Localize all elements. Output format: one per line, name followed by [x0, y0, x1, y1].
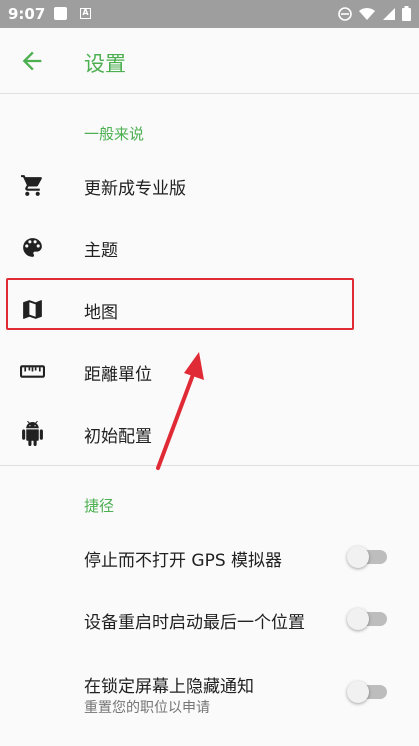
app-bar: 设置: [0, 28, 419, 94]
settings-item-label: 主题: [84, 241, 118, 261]
settings-item-label: 更新成专业版: [84, 179, 186, 199]
battery-icon: [402, 6, 411, 21]
status-icons: [338, 6, 411, 21]
dnd-icon: [338, 6, 352, 21]
status-bar: 9:07 A: [0, 0, 419, 28]
section-header-general: 一般来说: [84, 125, 145, 143]
toggle-switch[interactable]: [347, 546, 387, 568]
wifi-icon: [359, 7, 375, 20]
arrow-left-icon[interactable]: [18, 47, 46, 75]
settings-item-label: 停止而不打开 GPS 模拟器: [84, 551, 283, 571]
settings-item-label: 初始配置: [84, 427, 152, 447]
toggle-switch[interactable]: [347, 681, 387, 703]
page-title: 设置: [84, 52, 126, 76]
settings-item-label: 距離單位: [84, 365, 152, 385]
status-time: 9:07: [8, 5, 46, 23]
palette-icon: [23, 238, 42, 257]
cart-icon: [21, 175, 42, 196]
section-header-shortcuts: 捷径: [84, 497, 115, 515]
notification-a-icon: A: [80, 8, 91, 19]
android-icon: [22, 421, 43, 446]
settings-item-label: 设备重启时启动最后一个位置: [84, 613, 305, 633]
toggle-switch[interactable]: [347, 608, 387, 630]
section-divider: [0, 465, 419, 466]
settings-item-distance-unit[interactable]: 距離單位: [0, 340, 419, 402]
settings-item-stop-gps[interactable]: 停止而不打开 GPS 模拟器: [0, 526, 419, 588]
settings-item-upgrade[interactable]: 更新成专业版: [0, 154, 419, 216]
notification-icon: [54, 7, 67, 20]
ruler-icon: [20, 365, 45, 378]
signal-icon: [383, 7, 395, 20]
settings-item-initial-config[interactable]: 初始配置: [0, 402, 419, 464]
settings-item-restart-last-location[interactable]: 设备重启时启动最后一个位置: [0, 588, 419, 650]
settings-item-hide-lockscreen-notification[interactable]: 在锁定屏幕上隐藏通知 重置您的职位以申请: [0, 660, 419, 730]
settings-item-label: 在锁定屏幕上隐藏通知: [84, 677, 254, 697]
highlight-box: [6, 278, 354, 330]
settings-item-theme[interactable]: 主题: [0, 216, 419, 278]
settings-item-sublabel: 重置您的职位以申请: [84, 700, 210, 716]
